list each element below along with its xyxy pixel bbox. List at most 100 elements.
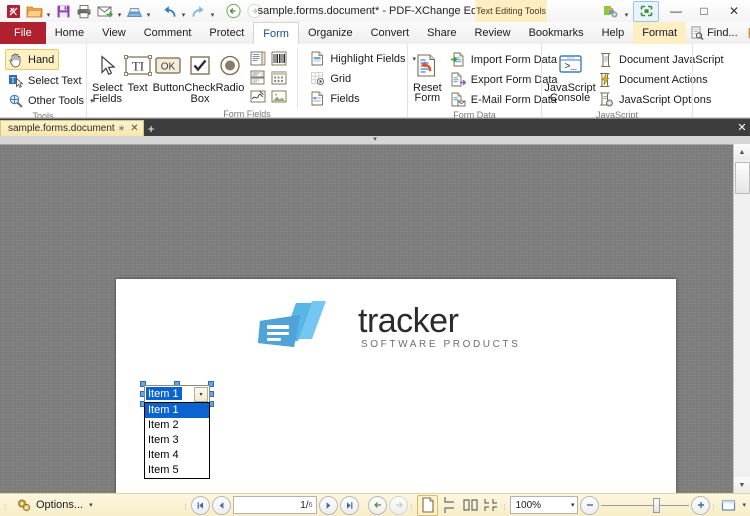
fields-button[interactable]: Fields — [306, 89, 420, 108]
save-icon[interactable] — [53, 1, 73, 21]
customize-qat-caret[interactable]: ▾ — [623, 0, 630, 24]
zoom-dropdown-caret[interactable]: ▾ — [571, 501, 575, 509]
grid-label: Grid — [330, 72, 352, 85]
tab-format[interactable]: Format — [633, 22, 687, 44]
text-field-button[interactable]: TI Text — [123, 48, 153, 94]
last-page-button[interactable] — [340, 495, 360, 515]
new-tab-button[interactable]: + — [144, 121, 159, 136]
scrollbar-thumb[interactable] — [734, 162, 750, 194]
forward-icon[interactable] — [244, 1, 264, 21]
dropdown-option-4[interactable]: Item 4 — [145, 448, 209, 463]
options-button[interactable]: Options... ▾ — [12, 498, 97, 513]
two-page-continuous-button[interactable] — [482, 496, 501, 515]
horizontal-splitter[interactable]: ▾ — [0, 136, 750, 145]
vertical-scrollbar[interactable]: ▲ ▼ — [733, 144, 750, 493]
navigate-back-button[interactable] — [368, 495, 388, 515]
app-logo-icon[interactable] — [3, 1, 23, 21]
email-dropdown-caret[interactable]: ▾ — [116, 0, 123, 24]
dropdown-option-3[interactable]: Item 3 — [145, 433, 209, 448]
scroll-down-button[interactable]: ▼ — [734, 477, 750, 493]
tab-view[interactable]: View — [93, 22, 135, 44]
tab-bookmarks[interactable]: Bookmarks — [520, 22, 593, 44]
javascript-console-button[interactable]: >_ JavaScript Console — [544, 48, 596, 104]
barcode-icon[interactable] — [269, 49, 289, 67]
open-icon[interactable] — [24, 1, 44, 21]
combo-box-icon[interactable] — [248, 68, 268, 86]
date-field-icon[interactable] — [269, 68, 289, 86]
search-button[interactable]: Search... — [744, 23, 750, 43]
previous-page-button[interactable] — [212, 495, 232, 515]
combo-box-field[interactable]: Item 1 ▾ Item 1 Item 2 Item 3 Item 4 Ite… — [140, 381, 214, 479]
tab-comment[interactable]: Comment — [135, 22, 201, 44]
combo-box-input[interactable]: Item 1 ▾ — [144, 385, 210, 403]
close-all-tabs-button[interactable]: ✕ — [734, 119, 750, 136]
customize-qat-icon[interactable] — [599, 2, 623, 21]
dropdown-option-1[interactable]: Item 1 — [145, 403, 209, 418]
pdf-page[interactable]: tracker SOFTWARE PRODUCTS Item 1 ▾ Item — [116, 279, 676, 493]
zoom-slider[interactable] — [601, 497, 690, 514]
redo-dropdown-caret[interactable]: ▾ — [209, 0, 216, 24]
select-fields-button[interactable]: Select Fields — [92, 48, 123, 105]
tab-protect[interactable]: Protect — [200, 22, 253, 44]
navigate-forward-button[interactable] — [389, 495, 409, 515]
select-text-button[interactable]: T Select Text — [5, 71, 87, 90]
checkbox-field-button[interactable]: Check Box — [184, 48, 216, 105]
scan-dropdown-caret[interactable]: ▾ — [145, 0, 152, 24]
zoom-slider-knob[interactable] — [653, 497, 661, 513]
tab-organize[interactable]: Organize — [299, 22, 362, 44]
undo-dropdown-caret[interactable]: ▾ — [180, 0, 187, 24]
zoom-out-button[interactable] — [580, 495, 600, 515]
list-box-icon[interactable] — [248, 49, 268, 67]
email-icon[interactable] — [95, 1, 115, 21]
find-button[interactable]: Find... — [686, 23, 742, 43]
maximize-button[interactable]: □ — [690, 0, 718, 22]
scroll-up-button[interactable]: ▲ — [734, 144, 750, 160]
highlight-fields-button[interactable]: Highlight Fields ▾ — [306, 49, 420, 68]
first-page-button[interactable] — [191, 495, 211, 515]
single-page-view-button[interactable] — [417, 494, 439, 516]
two-page-view-button[interactable] — [461, 496, 480, 515]
hand-tool-button[interactable]: Hand — [5, 49, 60, 70]
zoom-in-button[interactable] — [691, 495, 711, 515]
fit-visible-button[interactable] — [719, 496, 738, 515]
tab-convert[interactable]: Convert — [362, 22, 419, 44]
next-page-button[interactable] — [319, 495, 339, 515]
fit-visible-caret[interactable]: ▾ — [742, 501, 746, 509]
combo-box-caret-icon[interactable]: ▾ — [194, 387, 208, 402]
tab-help[interactable]: Help — [593, 22, 634, 44]
tab-home[interactable]: Home — [46, 22, 93, 44]
print-icon[interactable] — [74, 1, 94, 21]
button-field-button[interactable]: OK Button — [153, 48, 184, 94]
tracker-logo-text: tracker SOFTWARE PRODUCTS — [358, 304, 520, 350]
page-number-input[interactable]: 1/6 — [233, 496, 318, 514]
back-icon[interactable] — [223, 1, 243, 21]
document-tab-close-icon[interactable]: ✕ — [128, 123, 138, 134]
checkbox-field-label: Check Box — [184, 82, 216, 105]
tab-form[interactable]: Form — [253, 22, 299, 44]
dropdown-option-5[interactable]: Item 5 — [145, 463, 209, 478]
status-grip-zoom: ⁞ — [503, 503, 506, 512]
undo-icon[interactable] — [159, 1, 179, 21]
tab-file[interactable]: File — [0, 22, 46, 44]
reset-form-button[interactable]: Reset Form — [413, 48, 442, 104]
grid-button[interactable]: Grid — [306, 69, 420, 88]
ribbon-tab-bar: Text Editing Tools File Home View Commen… — [0, 0, 750, 44]
image-field-icon[interactable] — [269, 87, 289, 105]
minimize-button[interactable]: — — [662, 0, 690, 22]
tab-share[interactable]: Share — [418, 22, 465, 44]
signature-field-icon[interactable] — [248, 87, 268, 105]
close-button[interactable]: ✕ — [718, 0, 750, 22]
radio-button-button[interactable]: Radio — [216, 48, 244, 94]
scan-icon[interactable] — [124, 1, 144, 21]
open-dropdown-caret[interactable]: ▾ — [45, 0, 52, 24]
combo-box-dropdown-list[interactable]: Item 1 Item 2 Item 3 Item 4 Item 5 — [144, 402, 210, 479]
other-tools-button[interactable]: Other Tools ▾ — [5, 91, 99, 110]
tab-review[interactable]: Review — [465, 22, 519, 44]
dropdown-option-2[interactable]: Item 2 — [145, 418, 209, 433]
redo-icon[interactable] — [188, 1, 208, 21]
zoom-level-input[interactable]: 100% ▾ — [510, 496, 579, 514]
options-caret[interactable]: ▾ — [89, 501, 93, 509]
fullscreen-icon[interactable] — [633, 0, 659, 22]
continuous-view-button[interactable] — [440, 496, 459, 515]
document-tab[interactable]: sample.forms.document ∗ ✕ — [0, 120, 144, 136]
